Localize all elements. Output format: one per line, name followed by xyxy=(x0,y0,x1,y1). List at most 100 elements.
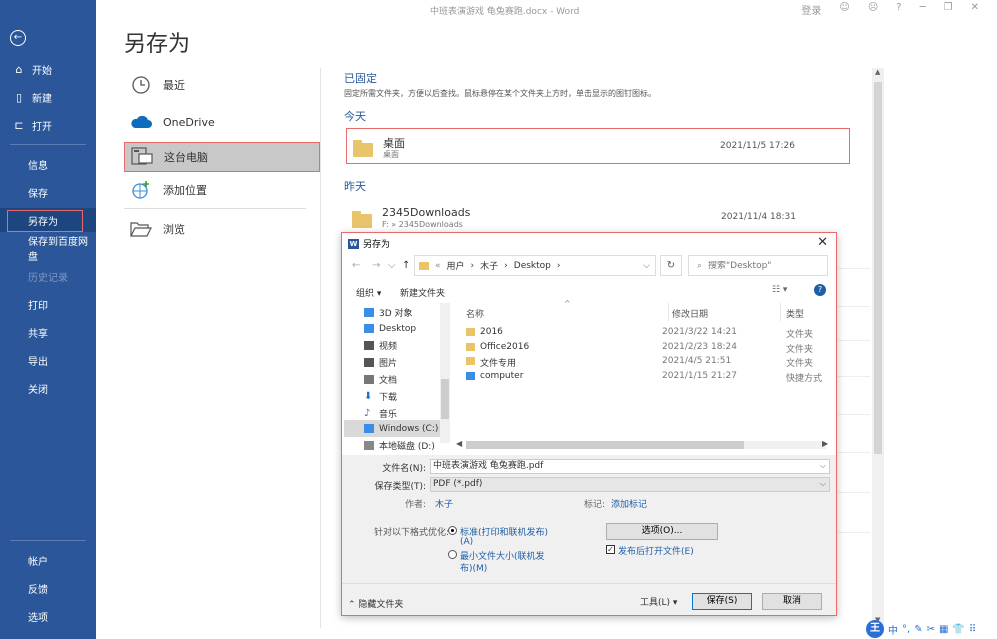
dropdown-icon[interactable]: ⌵ xyxy=(388,260,396,271)
dialog-close-button[interactable]: ✕ xyxy=(817,235,828,250)
sidebar-item-export[interactable]: 导出 xyxy=(0,348,96,372)
back-icon[interactable]: ← xyxy=(352,260,360,271)
breadcrumb-desktop[interactable]: Desktop xyxy=(514,261,551,271)
sidebar-item-feedback[interactable]: 反馈 xyxy=(0,576,96,600)
page-title: 另存为 xyxy=(124,32,191,57)
scroll-up-icon[interactable]: ▲ xyxy=(875,68,880,76)
chevron-down-icon[interactable]: ⌵ xyxy=(643,261,650,271)
sidebar-item-home[interactable]: ⌂ 开始 xyxy=(0,57,96,81)
sidebar-item-print[interactable]: 打印 xyxy=(0,292,96,316)
refresh-button[interactable]: ↻ xyxy=(660,255,682,276)
options-button[interactable]: 选项(O)... xyxy=(606,523,718,540)
minimize-icon[interactable]: ─ xyxy=(920,2,926,17)
frown-icon[interactable]: ☹ xyxy=(868,2,878,17)
address-bar[interactable]: « 用户 › 木子 › Desktop › ⌵ xyxy=(414,255,656,276)
ime-mode[interactable]: 中 xyxy=(888,622,898,637)
scroll-left-icon[interactable]: ◀ xyxy=(456,439,462,448)
shirt-icon[interactable]: 👕 xyxy=(952,624,964,635)
sidebar-item-info[interactable]: 信息 xyxy=(0,152,96,176)
column-type[interactable]: 类型 xyxy=(786,307,804,320)
file-row[interactable]: computer 2021/1/15 21:27 快捷方式 xyxy=(454,369,830,384)
recent-folder-row[interactable]: 桌面 桌面 2021/11/5 17:26 xyxy=(346,128,850,164)
grid-icon[interactable]: ⠿ xyxy=(969,624,976,635)
tree-item-local-d[interactable]: 本地磁盘 (D:) xyxy=(364,437,435,454)
location-browse[interactable]: 浏览 xyxy=(124,214,320,244)
tags-value[interactable]: 添加标记 xyxy=(611,497,647,510)
location-add-place[interactable]: 添加位置 xyxy=(124,175,320,205)
tree-item-downloads[interactable]: ⬇ 下载 xyxy=(364,388,397,405)
sidebar-item-save-as[interactable]: 另存为 xyxy=(0,208,96,232)
sidebar-item-open[interactable]: ⊏ 打开 xyxy=(0,113,96,137)
radio-minimum-size[interactable] xyxy=(448,550,457,559)
view-options-icon[interactable]: ☷ ▾ xyxy=(772,285,787,295)
column-name[interactable]: 名称 xyxy=(466,307,484,320)
tree-item-windows-c[interactable]: Windows (C:) xyxy=(344,420,440,437)
scrollbar-thumb[interactable] xyxy=(874,82,882,454)
row-divider xyxy=(838,492,870,493)
help-icon[interactable]: ? xyxy=(896,2,901,17)
help-icon[interactable]: ? xyxy=(814,284,826,296)
punctuation-icon[interactable]: °, xyxy=(902,624,910,635)
breadcrumb-muzi[interactable]: 木子 xyxy=(480,259,498,272)
folder-open-icon xyxy=(128,218,154,240)
open-folder-icon: ⊏ xyxy=(14,118,24,132)
scroll-right-icon[interactable]: ▶ xyxy=(822,439,828,448)
smile-icon[interactable]: ☺ xyxy=(839,2,849,17)
recent-folder-row[interactable]: 2345Downloads F: » 2345Downloads 2021/11… xyxy=(346,200,850,236)
file-row[interactable]: 2016 2021/3/22 14:21 文件夹 xyxy=(454,325,830,340)
filetype-select[interactable]: PDF (*.pdf) xyxy=(430,477,830,492)
file-row[interactable]: Office2016 2021/2/23 18:24 文件夹 xyxy=(454,340,830,355)
open-after-label[interactable]: 发布后打开文件(E) xyxy=(618,544,694,557)
sidebar-item-account[interactable]: 帐户 xyxy=(0,548,96,572)
tree-item-pictures[interactable]: 图片 xyxy=(364,354,397,371)
globe-add-icon xyxy=(128,179,154,201)
organize-button[interactable]: 组织 ▾ xyxy=(356,286,381,299)
sidebar-item-close[interactable]: 关闭 xyxy=(0,376,96,400)
file-row[interactable]: 文件专用 2021/4/5 21:51 文件夹 xyxy=(454,354,830,369)
sidebar-item-share[interactable]: 共享 xyxy=(0,320,96,344)
radio-standard-label[interactable]: 标准(打印和联机发布) xyxy=(460,525,548,538)
tree-scrollbar[interactable] xyxy=(440,303,450,443)
tree-item-videos[interactable]: 视频 xyxy=(364,337,397,354)
search-input[interactable] xyxy=(708,260,809,271)
restore-icon[interactable]: ❐ xyxy=(944,2,953,17)
tree-item-3d-objects[interactable]: 3D 对象 xyxy=(364,304,413,321)
forward-icon[interactable]: → xyxy=(372,260,380,271)
back-arrow-icon[interactable]: ← xyxy=(10,30,26,46)
save-button[interactable]: 保存(S) xyxy=(692,593,752,610)
author-value[interactable]: 木子 xyxy=(435,497,453,510)
pen-icon[interactable]: ✎ xyxy=(914,624,922,635)
tools-icon[interactable]: ✂ xyxy=(927,624,935,635)
scrollbar-thumb[interactable] xyxy=(441,379,449,419)
title-bar: 中班表演游戏 龟兔赛跑.docx - Word 登录 ☺ ☹ ? ─ ❐ ✕ xyxy=(96,0,997,18)
new-folder-button[interactable]: 新建文件夹 xyxy=(400,286,445,299)
location-recent[interactable]: 最近 xyxy=(124,70,320,100)
open-after-checkbox[interactable]: ✓ xyxy=(606,545,615,554)
login-link[interactable]: 登录 xyxy=(801,2,821,17)
keyboard-icon[interactable]: ▦ xyxy=(939,624,948,635)
sidebar-item-new[interactable]: ▯ 新建 xyxy=(0,85,96,109)
up-icon[interactable]: ↑ xyxy=(402,260,410,271)
column-date[interactable]: 修改日期 xyxy=(672,307,708,320)
hide-folders-toggle[interactable]: ⌃ 隐藏文件夹 xyxy=(348,597,403,610)
sidebar-item-save[interactable]: 保存 xyxy=(0,180,96,204)
breadcrumb-users[interactable]: 用户 xyxy=(447,259,465,272)
close-icon[interactable]: ✕ xyxy=(971,2,979,17)
location-onedrive[interactable]: OneDrive xyxy=(124,107,320,137)
author-label: 作者: xyxy=(404,500,426,510)
tools-menu[interactable]: 工具(L) ▾ xyxy=(640,595,677,608)
horizontal-scrollbar[interactable]: ◀ ▶ xyxy=(454,439,832,451)
radio-standard[interactable] xyxy=(448,526,457,535)
tree-item-desktop[interactable]: Desktop xyxy=(364,320,416,337)
cancel-button[interactable]: 取消 xyxy=(762,593,822,610)
ime-logo[interactable]: 王 xyxy=(866,620,884,638)
sidebar-item-options[interactable]: 选项 xyxy=(0,604,96,628)
location-this-pc[interactable]: 这台电脑 xyxy=(124,142,320,172)
filename-input[interactable]: 中班表演游戏 龟兔赛跑.pdf xyxy=(430,459,830,474)
scrollbar-thumb[interactable] xyxy=(466,441,744,449)
sidebar-item-save-baidu[interactable]: 保存到百度网盘 xyxy=(0,236,96,263)
tree-item-documents[interactable]: 文档 xyxy=(364,371,397,388)
main-scrollbar[interactable]: ▲ ▼ xyxy=(872,68,884,628)
search-box[interactable]: ⌕ xyxy=(688,255,828,276)
cloud-icon xyxy=(128,111,154,133)
